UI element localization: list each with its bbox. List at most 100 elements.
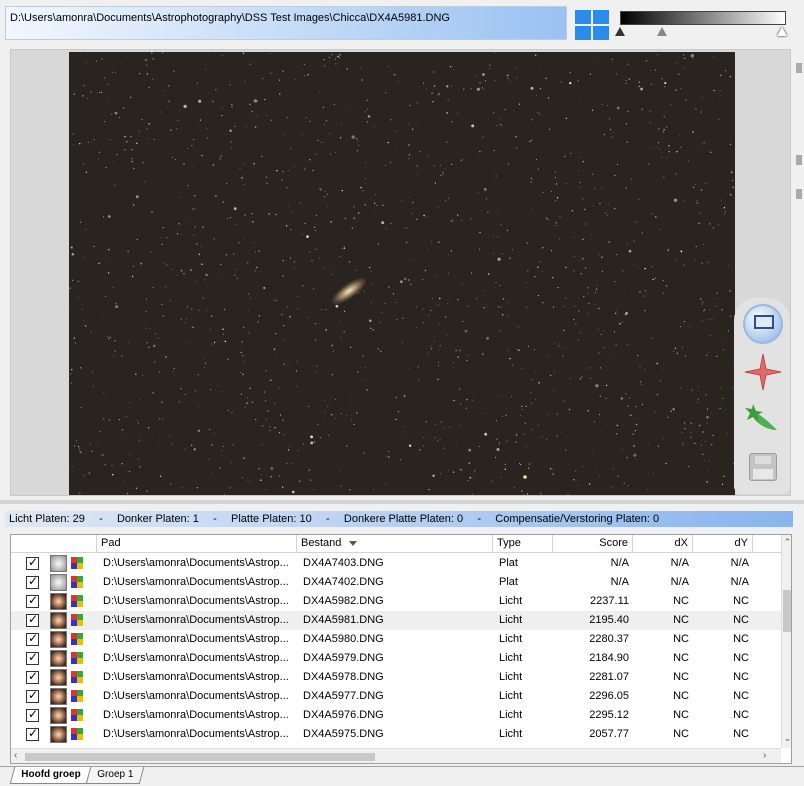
include-checkbox[interactable]	[26, 669, 39, 684]
col-extra[interactable]	[753, 535, 781, 553]
star	[160, 237, 161, 238]
col-bestand[interactable]: Bestand	[297, 535, 493, 553]
star	[439, 297, 441, 300]
table-row[interactable]: D:\Users\amonra\Documents\Astrop...DX4A5…	[11, 668, 781, 687]
include-checkbox[interactable]	[26, 726, 39, 741]
table-row[interactable]: D:\Users\amonra\Documents\Astrop...DX4A5…	[11, 592, 781, 611]
star	[520, 414, 522, 416]
star	[658, 128, 660, 130]
table-row[interactable]: D:\Users\amonra\Documents\Astrop...DX4A5…	[11, 706, 781, 725]
table-row[interactable]: D:\Users\amonra\Documents\Astrop...DX4A7…	[11, 554, 781, 573]
star-field-image[interactable]	[69, 52, 735, 495]
tab-hoofd-groep[interactable]: Hoofd groep	[9, 767, 92, 784]
frame-thumbnail	[50, 707, 67, 724]
scroll-down-icon[interactable]: ⌄	[783, 733, 791, 744]
include-checkbox[interactable]	[26, 631, 39, 646]
star	[308, 317, 310, 319]
star	[360, 186, 362, 189]
star	[479, 82, 481, 84]
black-point-handle[interactable]	[615, 27, 625, 36]
star	[184, 322, 186, 324]
star	[303, 64, 305, 65]
table-row[interactable]: D:\Users\amonra\Documents\Astrop...DX4A5…	[11, 725, 781, 744]
star	[628, 397, 630, 399]
col-pad[interactable]: Pad	[97, 535, 297, 553]
scroll-right-icon[interactable]: ›	[763, 750, 766, 761]
star	[599, 475, 600, 476]
star	[606, 215, 608, 217]
star	[291, 490, 295, 494]
star-edit-icon[interactable]	[743, 352, 783, 392]
table-hscrollbar[interactable]: ‹ ›	[11, 748, 781, 763]
star	[304, 222, 306, 225]
tab-groep-1[interactable]: Groep 1	[85, 767, 145, 784]
include-checkbox[interactable]	[26, 688, 39, 703]
save-icon[interactable]	[743, 448, 783, 488]
star	[183, 104, 187, 109]
include-checkbox[interactable]	[26, 650, 39, 665]
include-checkbox[interactable]	[26, 574, 39, 589]
table-row[interactable]: D:\Users\amonra\Documents\Astrop...DX4A5…	[11, 630, 781, 649]
star	[655, 411, 657, 413]
star	[663, 176, 665, 178]
midpoint-handle[interactable]	[657, 27, 667, 36]
comet-edit-icon[interactable]	[743, 398, 783, 438]
hscroll-thumb[interactable]	[25, 753, 375, 761]
levels-slider[interactable]	[615, 10, 789, 42]
col-checkbox[interactable]	[11, 535, 97, 553]
include-checkbox[interactable]	[26, 555, 39, 570]
table-row[interactable]: D:\Users\amonra\Documents\Astrop...DX4A7…	[11, 573, 781, 592]
table-row[interactable]: D:\Users\amonra\Documents\Astrop...DX4A5…	[11, 611, 781, 630]
panel-splitter[interactable]	[0, 500, 804, 504]
star	[633, 264, 635, 266]
star	[455, 442, 457, 444]
col-dx[interactable]: dX	[633, 535, 693, 553]
cell-dy: N/A	[730, 557, 749, 569]
image-scrollbar[interactable]	[794, 49, 804, 496]
star	[413, 259, 415, 261]
four-pane-icon[interactable]	[575, 10, 609, 40]
star	[545, 77, 547, 80]
include-checkbox[interactable]	[26, 593, 39, 608]
star	[514, 487, 515, 488]
star	[656, 362, 658, 365]
include-checkbox[interactable]	[26, 612, 39, 627]
white-point-handle[interactable]	[777, 27, 787, 36]
selection-rectangle-icon[interactable]	[743, 304, 783, 344]
star	[73, 264, 75, 266]
star	[563, 400, 565, 402]
star	[235, 269, 237, 271]
cell-bestand: DX4A5978.DNG	[303, 671, 384, 683]
star	[266, 182, 268, 185]
star	[309, 120, 311, 122]
star	[716, 355, 718, 358]
star	[370, 302, 372, 304]
col-dy[interactable]: dY	[693, 535, 753, 553]
star	[364, 111, 367, 113]
star	[82, 95, 84, 97]
star	[349, 488, 351, 491]
scroll-left-icon[interactable]: ‹	[14, 750, 17, 761]
cell-pad: D:\Users\amonra\Documents\Astrop...	[103, 709, 289, 721]
star	[90, 443, 91, 444]
col-type[interactable]: Type	[493, 535, 553, 553]
image-viewer[interactable]	[10, 49, 791, 496]
star	[690, 422, 692, 424]
table-row[interactable]: D:\Users\amonra\Documents\Astrop...DX4A5…	[11, 649, 781, 668]
star	[585, 223, 587, 225]
frame-thumbnail	[50, 650, 67, 667]
star	[462, 320, 464, 322]
star	[131, 275, 134, 278]
star	[71, 465, 73, 467]
cell-bestand: DX4A5980.DNG	[303, 633, 384, 645]
star	[211, 315, 213, 317]
star	[234, 274, 236, 276]
star	[600, 431, 602, 433]
include-checkbox[interactable]	[26, 707, 39, 722]
table-vscrollbar[interactable]: ⌃ ⌄	[781, 535, 791, 748]
scroll-up-icon[interactable]: ⌃	[783, 537, 791, 548]
scroll-thumb[interactable]	[783, 590, 791, 632]
col-score[interactable]: Score	[553, 535, 633, 553]
table-row[interactable]: D:\Users\amonra\Documents\Astrop...DX4A5…	[11, 687, 781, 706]
star	[530, 392, 532, 394]
